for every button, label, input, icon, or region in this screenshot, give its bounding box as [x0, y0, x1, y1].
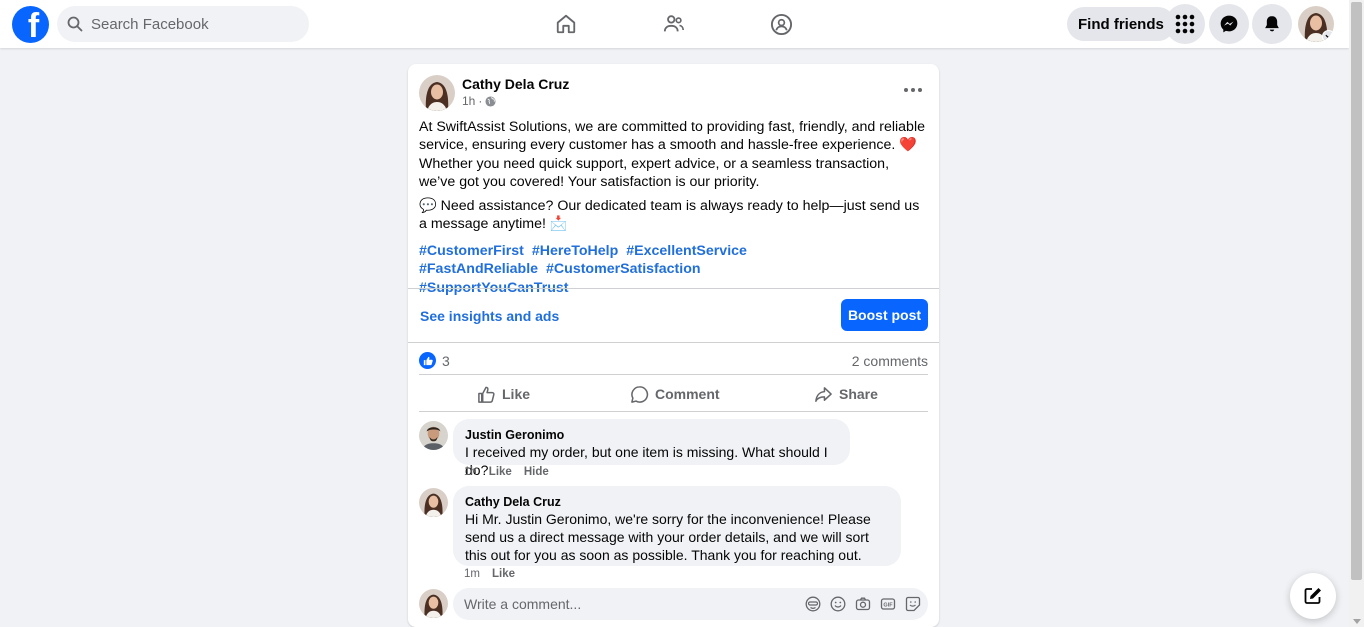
comment-button[interactable]: Comment [630, 384, 720, 404]
comment-composer[interactable]: GIF [453, 588, 928, 620]
home-icon[interactable] [554, 12, 578, 36]
comment-bubble: Justin Geronimo I received my order, but… [453, 419, 850, 478]
post-card: Cathy Dela Cruz 1h · At SwiftAssist Solu… [408, 64, 939, 627]
composer-icons: GIF [804, 595, 922, 613]
post-paragraph-2: 💬 Need assistance? Our dedicated team is… [419, 198, 920, 233]
comment-input[interactable] [464, 596, 794, 612]
composer-avatar[interactable] [419, 589, 448, 618]
gif-icon[interactable]: GIF [879, 595, 897, 613]
divider [419, 374, 928, 375]
avatar-sticker-icon[interactable] [804, 595, 822, 613]
thumbs-up-icon [478, 386, 495, 403]
comment-text: Hi Mr. Justin Geronimo, we're sorry for … [465, 511, 871, 563]
comment-author[interactable]: Cathy Dela Cruz [465, 494, 889, 510]
profile-avatar[interactable] [1298, 6, 1334, 42]
comment-bubble: Cathy Dela Cruz Hi Mr. Justin Geronimo, … [453, 486, 901, 566]
hashtag-link[interactable]: #HereToHelp [532, 243, 618, 259]
scrollbar-thumb[interactable] [1351, 2, 1362, 580]
scrollbar[interactable] [1349, 0, 1364, 627]
comment-author[interactable]: Justin Geronimo [465, 427, 838, 443]
post-meta: 1h · [462, 94, 496, 108]
scroll-down-arrow-icon[interactable] [1353, 619, 1361, 624]
camera-icon[interactable] [854, 595, 872, 613]
search-input[interactable] [91, 15, 291, 33]
comments-count[interactable]: 2 comments [852, 353, 928, 369]
post-paragraph-1: At SwiftAssist Solutions, we are committ… [419, 119, 925, 190]
comment-bubble-icon [631, 385, 649, 403]
emoji-icon[interactable] [829, 595, 847, 613]
comment-timestamp[interactable]: 1m [464, 568, 480, 580]
comment-label: Comment [655, 386, 720, 402]
like-reaction-icon [419, 352, 436, 369]
compose-icon [1304, 588, 1321, 604]
commenter-avatar[interactable] [419, 421, 448, 450]
boost-post-button[interactable]: Boost post [841, 299, 928, 331]
friends-icon[interactable] [662, 12, 686, 36]
search-bar[interactable] [57, 6, 309, 42]
new-message-button[interactable] [1290, 573, 1336, 619]
hashtag-link[interactable]: #CustomerSatisfaction [546, 261, 701, 277]
more-options-icon[interactable] [898, 80, 928, 100]
comment-like-link[interactable]: Like [492, 568, 515, 580]
comment-actions: 1m Like [464, 568, 515, 580]
comment-timestamp[interactable]: 1h [464, 466, 477, 478]
author-avatar[interactable] [419, 75, 455, 111]
hashtag-link[interactable]: #CustomerFirst [419, 243, 524, 259]
hashtag-link[interactable]: #FastAndReliable [419, 261, 538, 277]
groups-icon[interactable] [769, 12, 793, 36]
post-author-name[interactable]: Cathy Dela Cruz [462, 76, 569, 92]
notifications-icon[interactable] [1252, 4, 1292, 44]
messenger-icon[interactable] [1209, 4, 1249, 44]
comment-hide-link[interactable]: Hide [524, 466, 549, 478]
search-icon [67, 16, 83, 32]
find-friends-button[interactable]: Find friends [1067, 7, 1175, 41]
share-arrow-icon [815, 386, 832, 402]
reaction-summary[interactable]: 3 [419, 352, 450, 369]
globe-icon [485, 95, 496, 107]
svg-text:GIF: GIF [883, 603, 893, 609]
post-timestamp[interactable]: 1h [462, 94, 475, 108]
share-button[interactable]: Share [814, 384, 878, 404]
comment-like-link[interactable]: Like [489, 466, 512, 478]
divider [408, 288, 939, 289]
hashtag-link[interactable]: #ExcellentService [626, 243, 747, 259]
see-insights-link[interactable]: See insights and ads [420, 308, 559, 324]
top-navigation-bar: f Find friends [0, 0, 1349, 48]
reaction-count: 3 [442, 352, 450, 369]
divider [408, 342, 939, 343]
share-label: Share [839, 386, 878, 402]
facebook-logo-icon[interactable]: f [12, 6, 49, 43]
divider [419, 411, 928, 412]
meta-separator: · [478, 94, 483, 108]
like-button[interactable]: Like [477, 384, 530, 404]
commenter-avatar[interactable] [419, 488, 448, 517]
menu-grid-icon[interactable] [1165, 4, 1205, 44]
chevron-down-icon [1322, 30, 1334, 42]
like-label: Like [502, 386, 531, 402]
comment-actions: 1h Like Hide [464, 466, 549, 478]
sticker-icon[interactable] [904, 595, 922, 613]
